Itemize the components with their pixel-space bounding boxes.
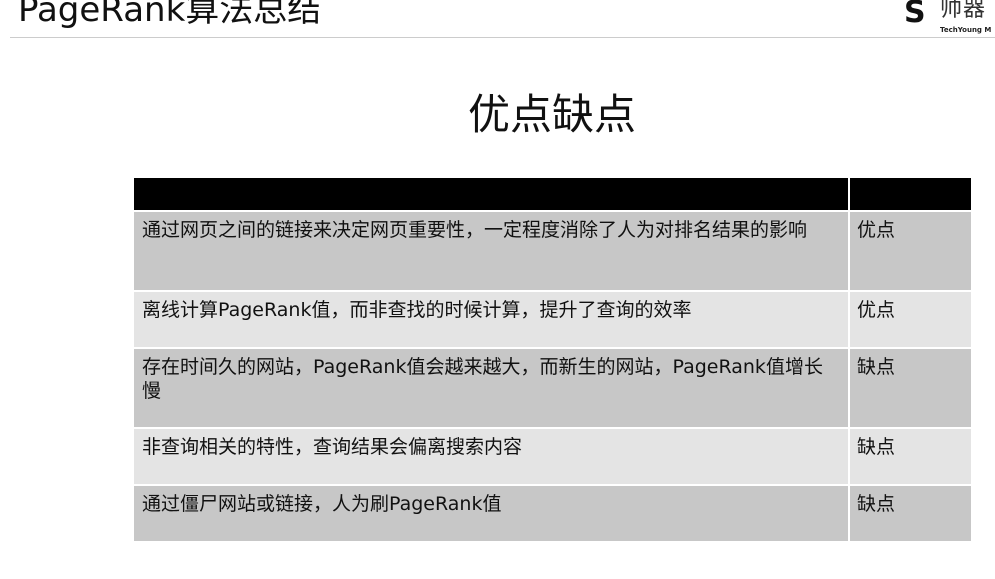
row-type: 优点 [848, 292, 971, 347]
row-type: 缺点 [848, 429, 971, 484]
table-row: 离线计算PageRank值，而非查找的时候计算，提升了查询的效率 优点 [134, 290, 971, 347]
row-description: 存在时间久的网站，PageRank值会越来越大，而新生的网站，PageRank值… [142, 356, 823, 402]
header-divider [10, 37, 995, 38]
page-title: PageRank算法总结 [18, 0, 322, 30]
row-type: 缺点 [848, 349, 971, 427]
row-description: 非查询相关的特性，查询结果会偏离搜索内容 [142, 436, 523, 458]
table-row: 非查询相关的特性，查询结果会偏离搜索内容 缺点 [134, 427, 971, 484]
pros-cons-table: 通过网页之间的链接来决定网页重要性，一定程度消除了人为对排名结果的影响 优点 离… [134, 178, 971, 541]
row-type: 优点 [848, 212, 971, 290]
logo-mark: S [904, 0, 926, 30]
row-type: 缺点 [848, 486, 971, 541]
table-row: 通过网页之间的链接来决定网页重要性，一定程度消除了人为对排名结果的影响 优点 [134, 210, 971, 290]
slide: PageRank算法总结 S 帅器 TechYoung M 优点缺点 通过网页之… [0, 0, 995, 579]
logo-name-en: TechYoung M [940, 26, 992, 34]
row-description: 通过网页之间的链接来决定网页重要性，一定程度消除了人为对排名结果的影响 [142, 219, 808, 241]
row-description: 离线计算PageRank值，而非查找的时候计算，提升了查询的效率 [142, 299, 692, 321]
header-cell-description [134, 178, 848, 210]
section-title: 优点缺点 [467, 90, 636, 139]
logo-name-cn: 帅器 [940, 0, 987, 22]
header-cell-type [848, 178, 971, 210]
table-row: 通过僵尸网站或链接，人为刷PageRank值 缺点 [134, 484, 971, 541]
table-header-row [134, 178, 971, 210]
row-description: 通过僵尸网站或链接，人为刷PageRank值 [142, 493, 502, 515]
brand-logo: S 帅器 TechYoung M [904, 0, 995, 38]
table-row: 存在时间久的网站，PageRank值会越来越大，而新生的网站，PageRank值… [134, 347, 971, 427]
